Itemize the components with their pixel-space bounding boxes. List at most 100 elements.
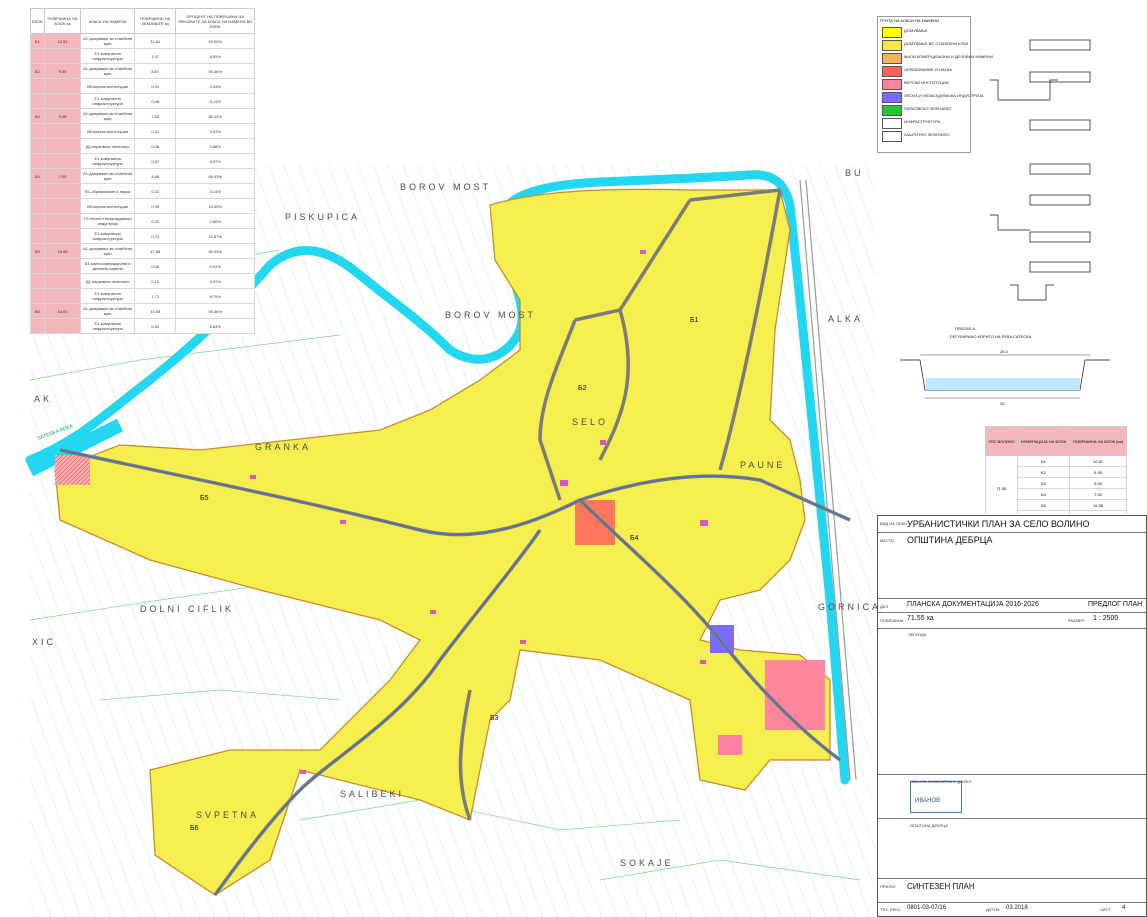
table-cell: 17.68: [133, 243, 177, 259]
legend-swatch: [882, 105, 902, 116]
table-cell: [43, 288, 82, 304]
locality-name: PISKUPICA: [285, 212, 360, 222]
maker-name: ИВАНОВ ИНЖЕНЕРИНГ ДООЕЛ: [910, 779, 972, 784]
block-label: Б2: [578, 385, 587, 392]
legend-item: ЛЕСНА И НЕЗАГАДУВАЧКА ИНДУСТРИЈА: [880, 91, 984, 103]
locality-name: XIC: [32, 637, 56, 647]
table-row: Е1-комунална инфраструктура 0.87 9.57%: [30, 153, 255, 169]
table-row: В5-верски институции 0.04 0.43%: [30, 78, 255, 94]
table-cell: 3.41%: [175, 123, 255, 139]
legend-item: ОБРАЗОВАНИЕ И НАУКА: [880, 65, 968, 77]
legend-swatch: [882, 53, 902, 64]
table-cell: [43, 273, 82, 289]
table-cell: 14.01: [43, 303, 82, 319]
table-cell: [30, 258, 45, 274]
table-cell: 0.06: [133, 258, 177, 274]
table-cell: [30, 183, 45, 199]
table-cell: 0.04: [133, 78, 177, 94]
drawing-name: СИНТЕЗЕН ПЛАН: [907, 882, 975, 891]
table-cell: [43, 183, 82, 199]
table-row: Б3 9.09 А1-домување во станбени куќи 7.83 86…: [30, 108, 255, 124]
table-cell: [43, 138, 82, 154]
table-cell: В5-верски институции: [80, 198, 135, 214]
column-header: ПОВРШИНА НА БЛОК ха: [43, 8, 82, 34]
locality-name: SVPETNA: [196, 810, 259, 820]
table-cell: [30, 78, 45, 94]
table-cell: А1-домување во станбени куќи: [80, 243, 135, 259]
column-header: НУМЕРАЦИЈА НА БЛОК: [1016, 426, 1071, 456]
table-cell: 0.22: [133, 183, 177, 199]
locality-name: DOLNI CIFLIK: [140, 604, 234, 614]
table-cell: Е1-комунална инфраструктура: [80, 228, 135, 244]
table-row: Б4 7.00 А1-домување во станбени куќи 4.86 69…: [30, 168, 255, 184]
locality-name: BU: [845, 168, 864, 178]
table-cell: Б3: [1016, 477, 1071, 489]
tech-no-label: ТЕХ. БРОЈ: [880, 907, 901, 912]
table-header-row: УПС ВОЛИНО НУМЕРАЦИЈА НА БЛОК ПОВРШИНА Н…: [985, 426, 1127, 456]
legend-label: ДОМУВАЊЕ: [904, 28, 928, 33]
table-cell: 8.55%: [175, 48, 255, 64]
column-header: ПОВРШИНА НА ЗЕМЈИШТЕ ха: [133, 8, 177, 34]
area-label: ПОВРШИНА: [880, 618, 904, 623]
legend-item: МАЛИ КОМЕРЦИЈАЛНИ И ДЕЛОВНИ НАМЕНИ: [880, 52, 993, 64]
legend-swatch: [882, 66, 902, 77]
drawing-label: ПРИЛОГ: [880, 884, 897, 889]
table-cell: Б2: [1016, 466, 1071, 478]
table-cell: 71.55: [985, 455, 1018, 522]
block-label: Б3: [490, 715, 499, 722]
plan-name: УРБАНИСТИЧКИ ПЛАН ЗА СЕЛО ВОЛИНО: [907, 519, 1090, 529]
section-labels: ПРЕСЕК А РЕГУЛИРАНО КОРИТО НА РЕКА САТЕС…: [950, 326, 1032, 406]
table-cell: 11.64: [133, 33, 177, 49]
table-cell: 0.31: [133, 123, 177, 139]
table-cell: [30, 228, 45, 244]
hatched-area: [55, 455, 90, 485]
company-logo: ИВАНОВ: [910, 781, 962, 813]
legend-swatch: [882, 27, 902, 38]
table-cell: [30, 198, 45, 214]
table-cell: [43, 123, 82, 139]
table-cell: В5-верски институции: [80, 78, 135, 94]
legend-label: ДОМУВАЊЕ ВО СТАНБЕНИ КУЌИ: [904, 41, 969, 46]
table-cell: 93.05%: [175, 33, 255, 49]
table-cell: 94.46%: [175, 63, 255, 79]
table-cell: 14.00%: [175, 198, 255, 214]
plan-stage: ПРЕДЛОГ ПЛАН: [1088, 601, 1143, 608]
table-cell: Б1-мали комерцијални и деловни намени: [80, 258, 135, 274]
table-cell: [30, 318, 45, 334]
legend-label: ПАРКОВСКО ЗЕЛЕНИЛО: [904, 106, 952, 111]
table-cell: 9.57%: [175, 153, 255, 169]
section-subtitle: РЕГУЛИРАНО КОРИТО НА РЕКА САТЕСКА: [950, 334, 1032, 339]
table-cell: Е1-комунална инфраструктура: [80, 48, 135, 64]
table-cell: А1-домување во станбени куќи: [80, 108, 135, 124]
table-cell: 0.93: [133, 318, 177, 334]
table-cell: Б2: [30, 63, 45, 79]
table-cell: 0.98: [133, 198, 177, 214]
table-cell: 1.71: [133, 288, 177, 304]
table-cell: Б6: [30, 303, 45, 319]
locality-name: AK: [34, 394, 52, 404]
table-cell: 7.83: [133, 108, 177, 124]
table-row: Д2-парковско зеленило 0.10 0.51%: [30, 273, 255, 289]
table-cell: А1-домување во станбени куќи: [80, 168, 135, 184]
plan-area: 71.55 ха: [907, 615, 934, 622]
column-header: УПС ВОЛИНО: [985, 426, 1018, 456]
legend-item: ДОМУВАЊЕ: [880, 26, 968, 38]
table-row: Б6 14.01 А1-домување во станбени куќи 13.08…: [30, 303, 255, 319]
locality-name: SOKAJE: [620, 858, 674, 868]
table-row: Д2-парковско зеленило 0.08 0.88%: [30, 138, 255, 154]
table-cell: Б5: [1016, 499, 1071, 511]
table-cell: 13.08: [133, 303, 177, 319]
locality-name: SALIBEKI: [340, 789, 404, 799]
table-cell: 7.00: [1069, 488, 1127, 500]
table-cell: 0.87: [133, 153, 177, 169]
table-cell: [30, 153, 45, 169]
table-row: Е1-комунална инфраструктура 0.74 10.57%: [30, 228, 255, 244]
table-cell: 12.51: [1069, 455, 1127, 467]
locality-name: BOROV MOST: [445, 310, 536, 320]
scale-label: РАЗМЕР: [1068, 618, 1085, 623]
locality-name: BOROV MOST: [400, 182, 491, 192]
table-cell: 0.31%: [175, 258, 255, 274]
table-cell: Б5: [30, 243, 45, 259]
table-cell: 0.88%: [175, 138, 255, 154]
table-cell: [43, 93, 82, 109]
